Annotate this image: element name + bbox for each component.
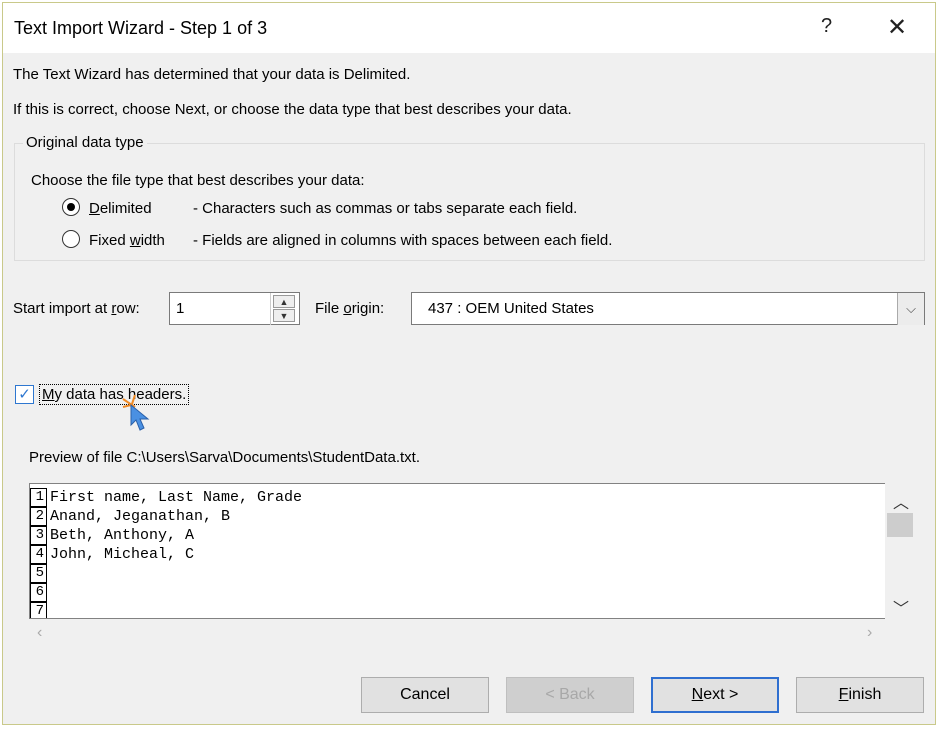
headers-checkbox[interactable]: ✓ xyxy=(15,385,34,404)
intro-line-2: If this is correct, choose Next, or choo… xyxy=(13,101,572,118)
original-data-type-group: Original data type Choose the file type … xyxy=(14,134,925,261)
scrollbar-thumb[interactable] xyxy=(887,513,913,537)
cancel-button[interactable]: Cancel xyxy=(361,677,489,713)
scroll-down-icon[interactable]: ﹀ xyxy=(893,595,909,619)
intro-line-1: The Text Wizard has determined that your… xyxy=(13,66,411,83)
file-type-prompt: Choose the file type that best describes… xyxy=(31,172,365,189)
spin-up-icon[interactable]: ▲ xyxy=(273,295,295,308)
radio-fixed-width-circle[interactable] xyxy=(62,230,80,248)
spin-down-icon[interactable]: ▼ xyxy=(273,309,295,322)
line-number: 6 xyxy=(30,583,47,602)
next-button[interactable]: Next > xyxy=(651,677,779,713)
preview-row: First name, Last Name, Grade xyxy=(50,489,303,506)
finish-button[interactable]: Finish xyxy=(796,677,924,713)
radio-delimited-desc: - Characters such as commas or tabs sepa… xyxy=(193,200,578,217)
spinner-buttons: ▲ ▼ xyxy=(270,293,299,325)
radio-fixed-width-desc: - Fields are aligned in columns with spa… xyxy=(193,232,613,249)
file-preview[interactable]: 1 2 3 4 5 6 7 First name, Last Name, Gra… xyxy=(29,483,887,619)
line-number: 3 xyxy=(30,526,47,545)
help-button[interactable]: ? xyxy=(821,15,832,38)
line-number: 1 xyxy=(30,488,47,507)
checkmark-icon: ✓ xyxy=(18,386,31,403)
radio-fixed-width-label[interactable]: Fixed width xyxy=(89,232,165,249)
file-origin-select[interactable]: 437 : OEM United States ⌵ xyxy=(411,292,925,325)
radio-delimited-label[interactable]: Delimited xyxy=(89,200,152,217)
back-button[interactable]: < Back xyxy=(506,677,634,713)
group-legend: Original data type xyxy=(23,134,147,151)
window-title: Text Import Wizard - Step 1 of 3 xyxy=(14,18,268,38)
scroll-up-icon[interactable]: ︿ xyxy=(893,489,909,513)
preview-row: Beth, Anthony, A xyxy=(50,527,195,544)
preview-label: Preview of file C:\Users\Sarva\Documents… xyxy=(29,449,420,466)
close-button[interactable]: ✕ xyxy=(887,13,907,42)
line-number: 2 xyxy=(30,507,47,526)
chevron-down-icon[interactable]: ⌵ xyxy=(897,293,924,325)
click-marker-icon xyxy=(122,394,136,408)
file-origin-value: 437 : OEM United States xyxy=(428,300,594,317)
file-origin-label: File origin: xyxy=(315,300,385,317)
scroll-right-icon[interactable]: › xyxy=(867,624,872,642)
line-number: 7 xyxy=(30,602,47,618)
title-bar: Text Import Wizard - Step 1 of 3 ? ✕ xyxy=(3,3,935,53)
radio-delimited-circle[interactable] xyxy=(62,198,80,216)
start-row-value: 1 xyxy=(176,300,185,317)
preview-row: John, Micheal, C xyxy=(50,546,195,563)
line-number: 5 xyxy=(30,564,47,583)
scroll-left-icon[interactable]: ‹ xyxy=(37,624,42,642)
start-row-label: Start import at row: xyxy=(13,300,140,317)
headers-checkbox-label[interactable]: My data has headers. xyxy=(39,384,190,405)
vertical-scrollbar[interactable]: ︿ ﹀ xyxy=(885,483,915,619)
start-row-spinner[interactable]: 1 ▲ ▼ xyxy=(169,292,300,325)
horizontal-scrollbar[interactable]: ‹ › xyxy=(29,622,885,646)
radio-selected-dot xyxy=(67,203,75,211)
line-number: 4 xyxy=(30,545,47,564)
mouse-cursor-icon xyxy=(122,394,150,431)
preview-row: Anand, Jeganathan, B xyxy=(50,508,231,525)
text-import-wizard-dialog: Text Import Wizard - Step 1 of 3 ? ✕ The… xyxy=(2,2,936,725)
